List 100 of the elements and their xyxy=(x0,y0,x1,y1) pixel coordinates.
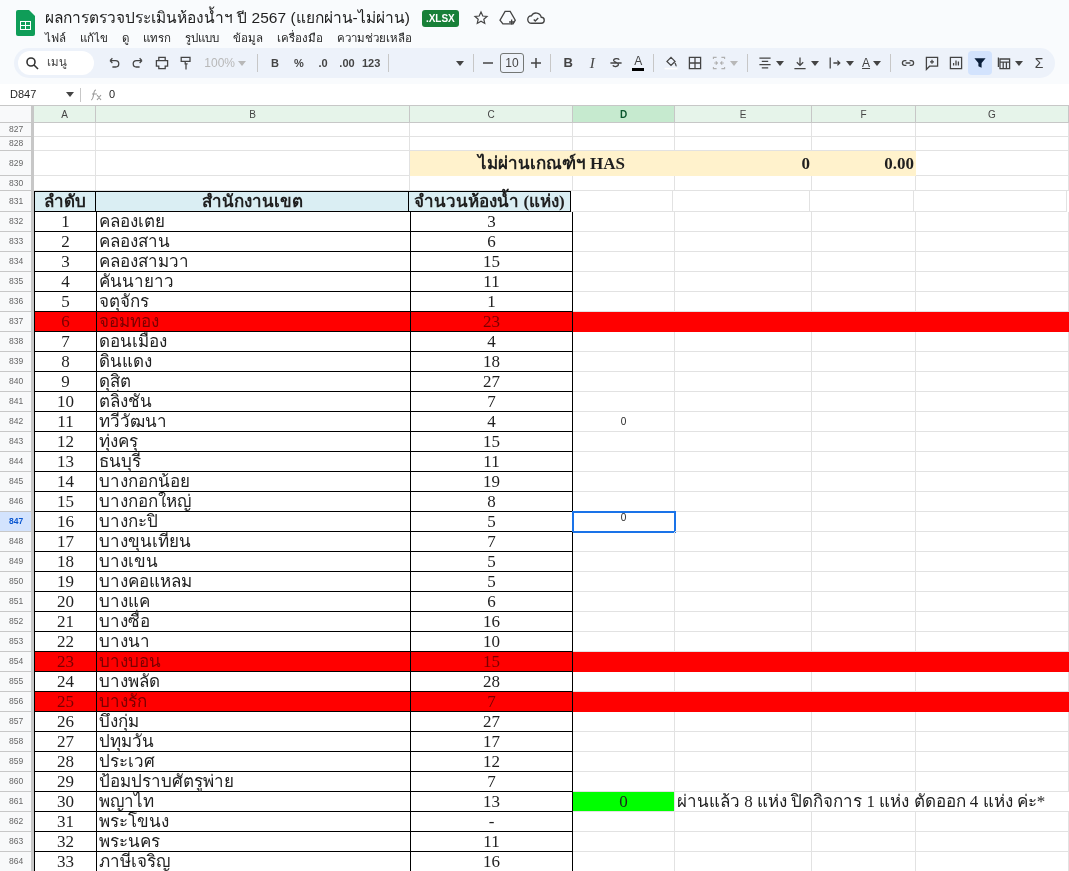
empty-cell[interactable] xyxy=(914,191,1067,212)
empty-cell[interactable] xyxy=(916,392,1069,412)
empty-cell[interactable] xyxy=(916,432,1069,452)
empty-cell[interactable] xyxy=(916,812,1069,832)
empty-cell[interactable] xyxy=(916,332,1069,352)
row-number[interactable]: 838 xyxy=(0,332,34,352)
format-button[interactable]: % xyxy=(287,51,311,75)
row-number[interactable]: 855 xyxy=(0,672,34,692)
empty-cell[interactable] xyxy=(675,272,812,292)
empty-cell[interactable] xyxy=(812,432,916,452)
empty-cell[interactable] xyxy=(916,832,1069,852)
empty-cell[interactable] xyxy=(916,252,1069,272)
empty-cell[interactable] xyxy=(812,212,916,232)
empty-cell[interactable] xyxy=(812,272,916,292)
empty-cell[interactable] xyxy=(916,123,1069,137)
column-header[interactable]: C xyxy=(410,106,573,122)
empty-cell[interactable] xyxy=(916,772,1069,792)
row-number[interactable]: 849 xyxy=(0,552,34,572)
select-all-corner[interactable] xyxy=(0,106,34,122)
column-header[interactable]: D xyxy=(573,106,675,122)
empty-cell[interactable] xyxy=(916,732,1069,752)
row-number[interactable]: 860 xyxy=(0,772,34,792)
row-number[interactable]: 841 xyxy=(0,392,34,412)
empty-cell[interactable] xyxy=(916,176,1069,191)
name-box[interactable]: D847 xyxy=(10,86,37,103)
row-number[interactable]: 827 xyxy=(0,123,34,137)
empty-cell[interactable] xyxy=(812,832,916,852)
row-number[interactable]: 850 xyxy=(0,572,34,592)
menu-item[interactable]: แทรก xyxy=(143,30,171,48)
empty-cell[interactable] xyxy=(916,472,1069,492)
text-color-button[interactable]: A xyxy=(628,51,649,75)
empty-cell[interactable] xyxy=(812,592,916,612)
menu-item[interactable]: ดู xyxy=(122,30,129,48)
row-number[interactable]: 835 xyxy=(0,272,34,292)
empty-cell[interactable] xyxy=(916,212,1069,232)
empty-cell[interactable] xyxy=(675,176,812,191)
row-number[interactable]: 856 xyxy=(0,692,34,712)
empty-cell[interactable] xyxy=(675,452,812,472)
empty-cell[interactable] xyxy=(812,752,916,772)
row-number[interactable]: 847 xyxy=(0,512,34,532)
empty-cell[interactable] xyxy=(675,123,812,137)
row-number[interactable]: 853 xyxy=(0,632,34,652)
row-number[interactable]: 846 xyxy=(0,492,34,512)
menu-item[interactable]: ไฟล์ xyxy=(45,30,66,48)
empty-cell[interactable] xyxy=(675,412,812,432)
empty-cell[interactable] xyxy=(916,272,1069,292)
empty-cell[interactable] xyxy=(675,492,812,512)
empty-cell[interactable] xyxy=(675,512,812,532)
formula-input[interactable]: 0 xyxy=(109,86,116,103)
empty-cell[interactable] xyxy=(812,572,916,592)
empty-cell[interactable] xyxy=(675,352,812,372)
menu-item[interactable]: แก้ไข xyxy=(80,30,108,48)
format-button[interactable]: .0 xyxy=(311,51,335,75)
format-button[interactable]: B xyxy=(263,51,287,75)
empty-cell[interactable] xyxy=(916,352,1069,372)
spreadsheet-logo-icon[interactable] xyxy=(16,10,35,36)
column-header[interactable]: E xyxy=(675,106,812,122)
empty-cell[interactable] xyxy=(812,492,916,512)
empty-cell[interactable] xyxy=(812,772,916,792)
menu-item[interactable]: รูปแบบ xyxy=(185,30,219,48)
empty-cell[interactable] xyxy=(675,812,812,832)
row-number[interactable]: 829 xyxy=(0,151,34,176)
empty-cell[interactable] xyxy=(673,191,810,212)
empty-cell[interactable] xyxy=(916,492,1069,512)
empty-cell[interactable] xyxy=(812,532,916,552)
empty-cell[interactable] xyxy=(812,123,916,137)
empty-cell[interactable] xyxy=(675,252,812,272)
empty-cell[interactable] xyxy=(675,372,812,392)
dropdown-caret-icon[interactable] xyxy=(455,60,464,66)
empty-cell[interactable] xyxy=(675,212,812,232)
empty-cell[interactable] xyxy=(916,232,1069,252)
empty-cell[interactable] xyxy=(810,191,914,212)
empty-cell[interactable] xyxy=(675,592,812,612)
empty-cell[interactable] xyxy=(675,332,812,352)
row-number[interactable]: 837 xyxy=(0,312,34,332)
row-number[interactable]: 840 xyxy=(0,372,34,392)
empty-cell[interactable] xyxy=(916,752,1069,772)
menu-item[interactable]: ข้อมูล xyxy=(233,30,263,48)
empty-cell[interactable] xyxy=(96,137,410,151)
empty-cell[interactable] xyxy=(812,512,916,532)
column-header[interactable]: B xyxy=(96,106,410,122)
empty-cell[interactable] xyxy=(812,232,916,252)
row-number[interactable]: 830 xyxy=(0,176,34,191)
empty-cell[interactable] xyxy=(675,712,812,732)
empty-cell[interactable] xyxy=(675,552,812,572)
empty-cell[interactable] xyxy=(812,732,916,752)
text-rotation-button[interactable]: A xyxy=(858,51,886,75)
empty-cell[interactable] xyxy=(916,612,1069,632)
drive-add-icon[interactable] xyxy=(498,10,517,26)
row-number[interactable]: 861 xyxy=(0,792,34,812)
cloud-check-icon[interactable] xyxy=(526,11,545,25)
filter-button[interactable] xyxy=(968,51,992,75)
column-header[interactable]: F xyxy=(812,106,916,122)
empty-cell[interactable] xyxy=(812,392,916,412)
bold-button[interactable]: B xyxy=(556,51,581,75)
empty-cell[interactable] xyxy=(675,392,812,412)
empty-cell[interactable] xyxy=(812,412,916,432)
dropdown-caret-icon[interactable] xyxy=(811,60,820,66)
empty-cell[interactable] xyxy=(812,612,916,632)
empty-cell[interactable] xyxy=(812,252,916,272)
